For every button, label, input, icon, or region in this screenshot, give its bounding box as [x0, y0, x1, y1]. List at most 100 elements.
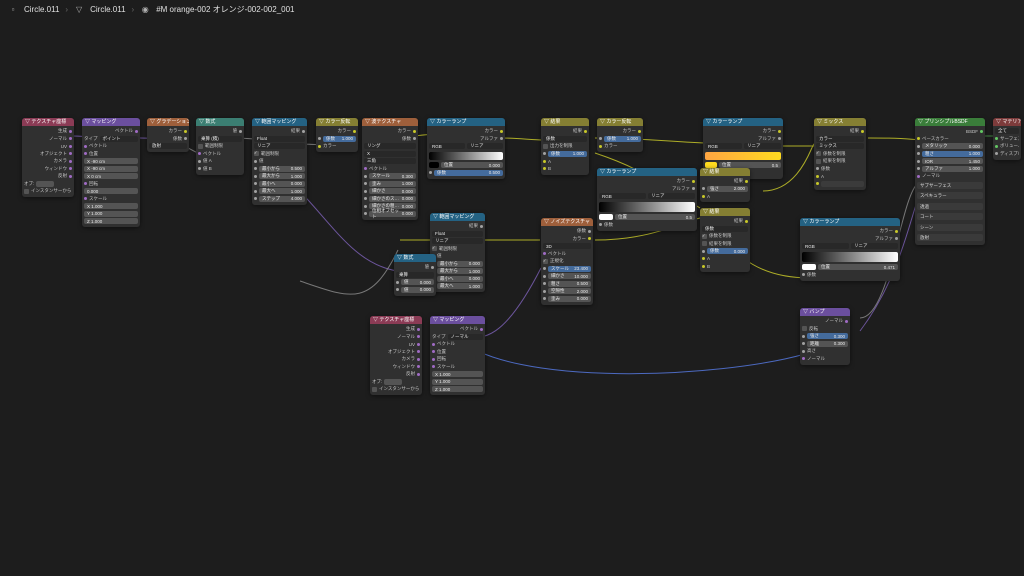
checkbox-clamp-res[interactable] [702, 241, 707, 246]
checkbox-clamp[interactable] [432, 246, 437, 251]
checkbox-instancer[interactable] [372, 387, 377, 392]
bump-distance[interactable]: 距離0.300 [807, 341, 848, 347]
checkbox-clamp[interactable] [543, 144, 548, 149]
noise-lac[interactable]: 空隙性2.000 [548, 288, 591, 294]
field-loc-x[interactable]: X -90 cm [84, 158, 138, 164]
ramp-mode[interactable]: RGB [705, 143, 742, 149]
scale-x[interactable]: X 1.000 [432, 371, 483, 377]
node-color-ramp[interactable]: ▽ カラーランプ カラー アルファ RGBリニア 位置0.471 係数 [800, 218, 900, 281]
mix-fac[interactable]: 係数0.000 [707, 248, 748, 254]
fmax[interactable]: 最大から1.000 [437, 268, 483, 274]
node-wave-texture[interactable]: ▽ 波テクスチャ カラー 係数 リング X 三角 ベクトル スケール0.300 … [362, 118, 418, 220]
type-dropdown[interactable]: ポイント [100, 136, 139, 142]
node-header[interactable]: ▽ 数式 [196, 118, 244, 126]
wave-type[interactable]: リング [364, 143, 416, 149]
wave-detail[interactable]: 細かさ0.000 [369, 188, 416, 194]
interp-dd[interactable]: リニア [254, 143, 305, 149]
section-transmission[interactable]: 透過 [917, 203, 983, 210]
node-header[interactable]: ▽ テクスチャ座標 [370, 316, 422, 324]
mix-datatype[interactable]: カラー [816, 136, 864, 142]
node-texture-coordinate[interactable]: ▽ テクスチャ座標 生成 ノーマル UV オブジェクト カメラ ウィンドウ 反射… [370, 316, 422, 395]
checkbox-clamp-res[interactable] [816, 159, 821, 164]
node-map-range[interactable]: ▽ 範囲マッピング 結果 Float リニア 範囲制限 値 最小から0.500 … [252, 118, 307, 205]
node-mix[interactable]: ▽ 結果 結果 強さ2.000 A [700, 168, 750, 202]
section-specular[interactable]: スペキュラー [917, 192, 983, 199]
node-header[interactable]: ▽ マテリアル出力 [993, 118, 1021, 126]
crumb-material[interactable]: #M orange-002 オレンジ-002-002_001 [156, 4, 294, 15]
field-scale-z[interactable]: Z 1.000 [84, 218, 138, 224]
steps[interactable]: ステップ4.000 [259, 196, 305, 202]
section-coat[interactable]: コート [917, 213, 983, 220]
math-a[interactable]: 値0.000 [401, 279, 434, 285]
noise-dist[interactable]: 歪み0.000 [548, 296, 591, 302]
wave-detailscale[interactable]: 細かさのス…0.000 [369, 196, 416, 202]
str[interactable]: 強さ2.000 [707, 186, 748, 192]
node-invert[interactable]: ▽ カラー反転 カラー 係数1.000 カラー [597, 118, 643, 152]
node-vector-math[interactable]: ▽ 数式 値 乗算 (積) 範囲制限 ベクトル 値 A 値 B [196, 118, 244, 175]
ramp-mode[interactable]: RGB [599, 193, 646, 199]
wave-dir[interactable]: X [364, 151, 416, 157]
type-dd[interactable]: ノーマル [448, 334, 484, 340]
field-rot[interactable]: 0.000 [84, 188, 138, 194]
target-dd[interactable]: 全て [995, 128, 1019, 134]
noise-dim[interactable]: 3D [543, 243, 591, 249]
node-header[interactable]: ▽ カラー反転 [316, 118, 358, 126]
tmin[interactable]: 最小へ0.000 [259, 181, 305, 187]
ramp-mode[interactable]: RGB [802, 243, 849, 249]
node-invert[interactable]: ▽ カラー反転 カラー 係数1.000 カラー [316, 118, 358, 152]
node-math[interactable]: ▽ 数式 値 乗算 値0.000 値0.000 [394, 254, 436, 296]
node-header[interactable]: ▽ グラデーションテ… [147, 118, 189, 126]
node-header[interactable]: ▽ 範囲マッピング [430, 213, 485, 221]
color-ramp-gradient[interactable] [429, 152, 503, 160]
node-header[interactable]: ▽ ノイズテクスチャ [541, 218, 593, 226]
wave-profile[interactable]: 三角 [364, 158, 416, 164]
node-editor-canvas[interactable]: ▽ テクスチャ座標 生成 ノーマル UV オブジェクト カメラ ウィンドウ 反射… [0, 18, 1024, 576]
wave-scale[interactable]: スケール0.300 [369, 173, 416, 179]
ramp-pos[interactable]: 位置0.471 [818, 264, 898, 270]
mix-mode[interactable]: 係数 [543, 136, 587, 142]
mr-interp[interactable]: リニア [432, 238, 483, 244]
node-header[interactable]: ▽ 結果 [700, 168, 750, 176]
scale-y[interactable]: Y 1.000 [432, 379, 483, 385]
ramp-interp[interactable]: リニア [744, 143, 781, 149]
checkbox-instancer[interactable] [24, 189, 29, 194]
node-color-ramp[interactable]: ▽ カラーランプ カラー アルファ RGBリニア 位置0.000 係数0.500 [427, 118, 505, 179]
color-ramp-gradient[interactable] [705, 152, 781, 160]
bump-strength[interactable]: 強さ0.300 [807, 333, 848, 339]
node-header[interactable]: ▽ テクスチャ座標 [22, 118, 74, 126]
tmax[interactable]: 最大へ1.000 [259, 188, 305, 194]
metallic[interactable]: メタリック0.000 [922, 143, 983, 149]
color-ramp-gradient[interactable] [599, 202, 695, 212]
node-header[interactable]: ▽ 波テクスチャ [362, 118, 418, 126]
node-texture-coordinate[interactable]: ▽ テクスチャ座標 生成 ノーマル UV オブジェクト カメラ ウィンドウ 反射… [22, 118, 74, 197]
ramp-interp[interactable]: リニア [648, 193, 695, 199]
gradient-type-dropdown[interactable]: 放射 [149, 143, 187, 149]
node-header[interactable]: ▽ 結果 [541, 118, 589, 126]
alpha[interactable]: アルファ1.000 [922, 166, 983, 172]
node-header[interactable]: ▽ 範囲マッピング [252, 118, 307, 126]
object-picker[interactable] [36, 181, 54, 187]
field-loc-y[interactable]: X -90 cm [84, 166, 138, 172]
field-scale-x[interactable]: X 1.000 [84, 203, 138, 209]
mix-type[interactable]: 係数 [702, 226, 748, 232]
tmin[interactable]: 最小へ0.000 [437, 276, 483, 282]
tmax[interactable]: 最大へ1.000 [437, 283, 483, 289]
op-dropdown[interactable]: 乗算 (積) [198, 136, 242, 142]
type-dd[interactable]: Float [254, 136, 305, 142]
node-header[interactable]: ▽ バンプ [800, 308, 850, 316]
noise-rough[interactable]: 粗さ0.500 [548, 281, 591, 287]
ramp-swatch[interactable] [429, 162, 439, 168]
node-header[interactable]: ▽ ミックス [814, 118, 866, 126]
fmax[interactable]: 最大から1.000 [259, 173, 305, 179]
color-ramp-gradient[interactable] [802, 252, 898, 262]
wave-dist[interactable]: 歪み1.000 [369, 181, 416, 187]
node-header[interactable]: ▽ カラーランプ [800, 218, 900, 226]
mix-fac[interactable]: 係数1.000 [548, 151, 587, 157]
node-mix[interactable]: ▽ 結果 結果 係数 出力を制限 係数1.000 A B [541, 118, 589, 175]
section-emission[interactable]: 放射 [917, 234, 983, 241]
checkbox-clamp-fac[interactable] [702, 234, 707, 239]
node-header[interactable]: ▽ 結果 [700, 208, 750, 216]
node-header[interactable]: ▽ 数式 [394, 254, 436, 262]
ramp-swatch[interactable] [802, 264, 816, 270]
ior[interactable]: IOR1.450 [922, 158, 983, 164]
